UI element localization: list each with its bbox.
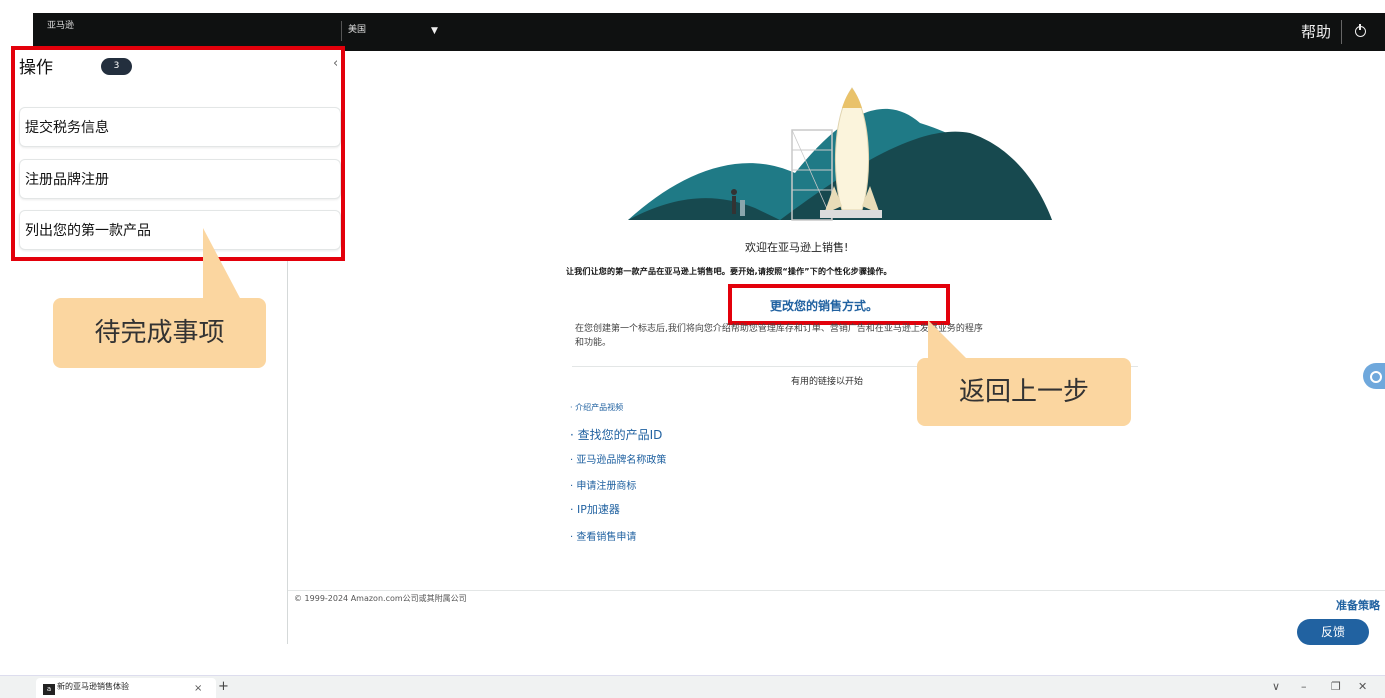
browser-tab[interactable]: a 新的亚马逊销售体验 ×: [36, 678, 216, 698]
welcome-heading: 欢迎在亚马逊上销售!: [745, 241, 849, 254]
close-tab-icon[interactable]: ×: [194, 683, 202, 694]
task-list-first-product[interactable]: 列出您的第一款产品: [19, 210, 341, 250]
callout-todo: 待完成事项: [53, 298, 266, 368]
actions-count-badge: 3: [101, 58, 132, 75]
link-brand-name-policy[interactable]: · 亚马逊品牌名称政策: [570, 451, 666, 466]
actions-title: 操作: [19, 58, 53, 78]
chevron-down-icon[interactable]: ▼: [431, 26, 438, 36]
links-title: 有用的链接以开始: [791, 377, 864, 387]
power-icon[interactable]: [1355, 24, 1366, 37]
tab-title: 新的亚马逊销售体验: [57, 682, 129, 691]
footer-divider: [288, 590, 1385, 591]
nav-divider: [341, 21, 342, 41]
feedback-button[interactable]: 反馈: [1297, 619, 1369, 645]
help-link[interactable]: 帮助: [1301, 21, 1331, 42]
link-ip-accelerator[interactable]: · IP加速器: [570, 501, 620, 517]
description-line-1: 在您创建第一个标志后,我们将向您介绍帮助您管理库存和订单、营销广告和在亚马逊上发…: [575, 324, 983, 334]
intro-text: 让我们让您的第一款产品在亚马逊上销售吧。要开始,请按照“操作”下的个性化步骤操作…: [566, 267, 892, 276]
link-apply-trademark[interactable]: · 申请注册商标: [570, 477, 636, 492]
link-find-product-id[interactable]: · 查找您的产品ID: [570, 426, 662, 443]
prep-policy-link[interactable]: 准备策略: [1336, 597, 1380, 613]
link-intro-video[interactable]: · 介绍产品视频: [570, 402, 623, 413]
callout-pointer-right: [928, 320, 968, 360]
task-submit-tax-info[interactable]: 提交税务信息: [19, 107, 341, 147]
link-view-applications[interactable]: · 查看销售申请: [570, 528, 636, 543]
copyright-text: © 1999-2024 Amazon.com公司或其附属公司: [294, 594, 467, 603]
collapse-icon[interactable]: ‹: [333, 56, 338, 71]
browser-tab-strip: a 新的亚马逊销售体验 × + ∨ – ❐ ✕: [0, 675, 1385, 698]
tab-list-icon[interactable]: ∨: [1272, 680, 1280, 693]
callout-go-back: 返回上一步: [917, 358, 1131, 426]
seller-central-page: 亚马逊 美国 ▼ 帮助 操作 3 ‹ 提交税务信息 注册品牌注册 列出您的第一款…: [0, 0, 1385, 698]
person-icon: [732, 196, 736, 214]
marketplace-selector[interactable]: 美国: [348, 22, 366, 35]
amazon-favicon-icon: a: [43, 684, 55, 695]
minimize-icon[interactable]: –: [1301, 680, 1307, 693]
rocket-illustration: [628, 87, 1052, 221]
close-window-icon[interactable]: ✕: [1358, 680, 1367, 693]
side-help-icon[interactable]: [1363, 363, 1385, 389]
change-selling-highlight: 更改您的销售方式。: [728, 284, 950, 325]
task-brand-registry[interactable]: 注册品牌注册: [19, 159, 341, 199]
nav-divider-right: [1341, 20, 1342, 44]
actions-panel: 操作 3 ‹ 提交税务信息 注册品牌注册 列出您的第一款产品: [11, 46, 345, 261]
description-line-2: 和功能。: [575, 338, 612, 348]
restore-icon[interactable]: ❐: [1331, 680, 1341, 693]
new-tab-icon[interactable]: +: [218, 679, 229, 694]
change-selling-link[interactable]: 更改您的销售方式。: [770, 297, 878, 314]
brand-logo[interactable]: 亚马逊: [47, 18, 74, 31]
callout-pointer-left: [203, 228, 241, 300]
